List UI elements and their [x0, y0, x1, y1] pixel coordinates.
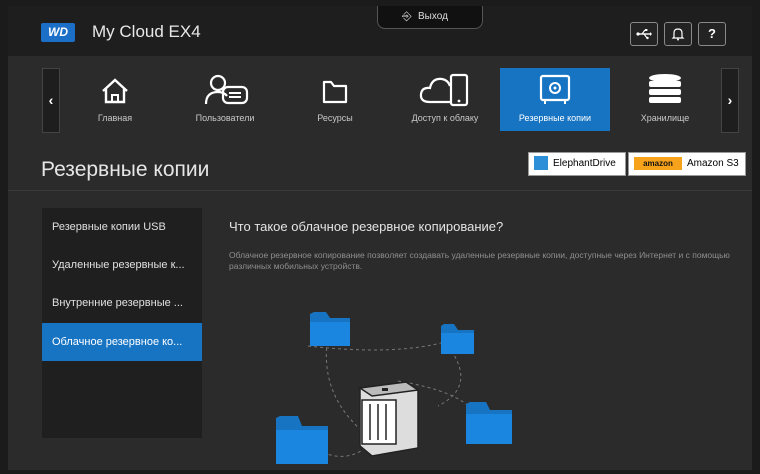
partner-label: ElephantDrive — [553, 158, 616, 169]
nav-label: Пользователи — [195, 113, 255, 123]
nav-item-home[interactable]: Главная — [60, 68, 170, 131]
storage-icon — [649, 74, 681, 103]
wd-logo: WD — [41, 23, 75, 42]
nav-label: Ресурсы — [317, 113, 353, 123]
side-item-cloud-backups[interactable]: Облачное резервное ко... — [42, 323, 202, 361]
nav-label: Хранилище — [640, 113, 690, 123]
amazon-s3-button[interactable]: amazon Amazon S3 — [628, 152, 746, 176]
nav-item-shares[interactable]: Ресурсы — [280, 68, 390, 131]
home-icon — [102, 78, 128, 104]
nav-item-cloud-access[interactable]: Доступ к облаку — [390, 68, 500, 131]
help-button[interactable]: ? — [698, 22, 726, 46]
backup-safe-icon — [539, 74, 571, 104]
usb-button[interactable] — [630, 22, 658, 46]
elephantdrive-button[interactable]: ElephantDrive — [528, 152, 626, 176]
page-title: Резервные копии — [41, 158, 210, 181]
folder-illustration-icon — [466, 402, 512, 444]
users-icon — [204, 74, 249, 105]
logout-button[interactable]: ⎆ Выход — [377, 6, 483, 29]
side-item-remote-backups[interactable]: Удаленные резервные к... — [42, 246, 202, 284]
top-bar: WD My Cloud EX4 ⎆ Выход ? — [8, 6, 752, 56]
nav-label: Резервные копии — [518, 113, 592, 123]
content-description: Облачное резервное копирование позволяет… — [229, 250, 730, 271]
folder-icon — [322, 80, 348, 104]
logout-label: Выход — [418, 11, 448, 22]
logout-icon: ⎆ — [402, 9, 412, 23]
side-item-usb-backups[interactable]: Резервные копии USB — [42, 208, 202, 246]
app-frame: WD My Cloud EX4 ⎆ Выход ? ‹ Главная Поль… — [8, 6, 752, 470]
backup-side-menu: Резервные копии USB Удаленные резервные … — [42, 208, 202, 438]
amazon-logo-icon: amazon — [634, 157, 682, 170]
usb-icon — [636, 29, 652, 40]
product-name: My Cloud EX4 — [92, 22, 201, 41]
header-divider — [8, 190, 752, 191]
nav-label: Главная — [97, 113, 133, 123]
nav-item-users[interactable]: Пользователи — [170, 68, 280, 131]
nav-label: Доступ к облаку — [411, 113, 479, 123]
notifications-button[interactable] — [664, 22, 692, 46]
cloud-access-icon — [419, 73, 469, 107]
help-icon: ? — [708, 26, 716, 41]
nav-next-button[interactable]: › — [721, 68, 739, 133]
content-heading: Что такое облачное резервное копирование… — [229, 219, 504, 234]
bell-icon — [671, 28, 685, 41]
folder-illustration-icon — [276, 416, 328, 464]
nas-device-icon — [357, 381, 421, 457]
folder-illustration-icon — [441, 324, 474, 354]
side-item-internal-backups[interactable]: Внутренние резервные ... — [42, 284, 202, 322]
nav-prev-button[interactable]: ‹ — [42, 68, 60, 133]
folder-illustration-icon — [310, 312, 350, 346]
nav-item-backups[interactable]: Резервные копии — [500, 68, 610, 131]
nav-item-storage[interactable]: Хранилище — [610, 68, 720, 131]
main-nav: ‹ Главная Пользователи Ресурсы Доступ к … — [8, 56, 752, 146]
elephantdrive-logo-icon — [534, 156, 548, 170]
cloud-backup-illustration — [276, 312, 512, 464]
partner-label: Amazon S3 — [687, 158, 739, 169]
